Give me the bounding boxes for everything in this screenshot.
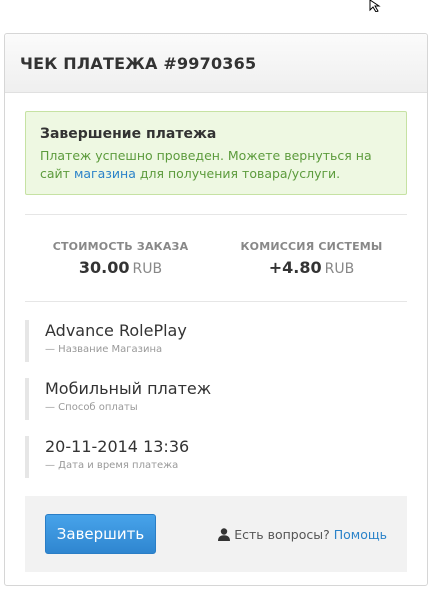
- detail-payment-method: Мобильный платеж — Способ оплаты: [25, 378, 407, 420]
- card-header: ЧЕК ПЛАТЕЖА #9970365: [5, 34, 427, 93]
- order-cost-label: СТОИМОСТЬ ЗАКАЗА: [52, 239, 189, 253]
- order-cost-stat: СТОИМОСТЬ ЗАКАЗА 30.00 RUB: [25, 240, 216, 277]
- detail-store-name: Advance RolePlay — Название Магазина: [25, 320, 407, 362]
- payment-datetime-value: 20-11-2014 13:36: [45, 437, 190, 456]
- success-alert: Завершение платежа Платеж успешно провед…: [25, 111, 407, 195]
- store-name-label: — Название Магазина: [45, 344, 163, 355]
- commission-stat: КОМИССИЯ СИСТЕМЫ +4.80 RUB: [216, 240, 407, 277]
- alert-text-after: для получения товара/услуги.: [139, 166, 341, 181]
- commission-label: КОМИССИЯ СИСТЕМЫ: [240, 239, 383, 253]
- user-icon: [218, 527, 231, 541]
- alert-title: Завершение платежа: [40, 126, 217, 142]
- store-link[interactable]: магазина: [74, 166, 136, 181]
- commission-value: +4.80: [268, 257, 322, 277]
- help-link[interactable]: Помощь: [334, 527, 387, 542]
- commission-unit: RUB: [324, 260, 355, 277]
- alert-text: Платеж успешно проведен. Можете вернутьс…: [40, 147, 392, 183]
- page-title: ЧЕК ПЛАТЕЖА #9970365: [20, 53, 257, 73]
- stats-row: СТОИМОСТЬ ЗАКАЗА 30.00 RUB КОМИССИЯ СИСТЕ…: [25, 215, 407, 301]
- card-content: Завершение платежа Платеж успешно провед…: [5, 111, 427, 478]
- payment-details: Advance RolePlay — Название Магазина Моб…: [25, 302, 407, 478]
- card-footer: Завершить Есть вопросы? Помощь: [25, 496, 407, 572]
- help-section: Есть вопросы? Помощь: [218, 527, 387, 542]
- finish-button[interactable]: Завершить: [45, 514, 156, 554]
- help-question: Есть вопросы?: [234, 526, 330, 542]
- payment-method-label: — Способ оплаты: [45, 402, 138, 413]
- store-name-value: Advance RolePlay: [45, 321, 187, 340]
- order-cost-value: 30.00: [78, 257, 130, 277]
- payment-datetime-label: — Дата и время платежа: [45, 460, 179, 471]
- order-cost-unit: RUB: [132, 260, 163, 277]
- payment-method-value: Мобильный платеж: [45, 379, 212, 398]
- mouse-pointer-icon: [369, 0, 381, 12]
- payment-receipt-card: ЧЕК ПЛАТЕЖА #9970365 Завершение платежа …: [4, 33, 428, 586]
- detail-payment-datetime: 20-11-2014 13:36 — Дата и время платежа: [25, 436, 407, 478]
